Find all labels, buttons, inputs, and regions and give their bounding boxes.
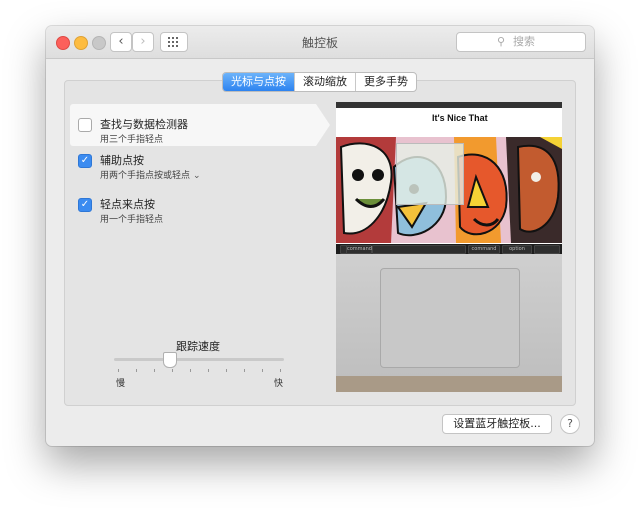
help-icon[interactable]: ? xyxy=(560,414,580,434)
tab-scroll-zoom[interactable]: 滚动缩放 xyxy=(295,73,356,91)
preview-key-option: option xyxy=(502,245,532,254)
preview-key-command-right: command xyxy=(468,245,500,254)
option-title: 查找与数据检测器 xyxy=(100,118,188,131)
slider-max-label: 快 xyxy=(274,379,284,389)
slider-tick xyxy=(208,369,209,372)
tracking-speed-title: 跟踪速度 xyxy=(176,340,220,353)
preview-key xyxy=(534,245,560,254)
tracking-speed-slider[interactable] xyxy=(114,358,284,361)
option-subtitle: 用两个手指点按或轻点 xyxy=(100,171,191,181)
slider-tick xyxy=(172,369,173,372)
preview-site-title: It's Nice That xyxy=(432,113,488,123)
tap-to-click-checkbox[interactable]: ✓ xyxy=(78,198,92,212)
preview-trackpad xyxy=(380,268,520,368)
search-icon: ⚲ xyxy=(497,35,506,48)
slider-tick xyxy=(226,369,227,372)
preview-key-command-left: command xyxy=(346,245,372,254)
preview-desk xyxy=(336,376,562,392)
tab-bar: 光标与点按 滚动缩放 更多手势 xyxy=(222,72,417,92)
search-placeholder: 搜索 xyxy=(513,35,535,48)
slider-tick xyxy=(190,369,191,372)
preview-menubar xyxy=(336,102,562,108)
option-title: 辅助点按 xyxy=(100,154,144,167)
option-title: 轻点来点按 xyxy=(100,198,155,211)
setup-bluetooth-trackpad-button[interactable]: 设置蓝牙触控板... xyxy=(442,414,552,434)
slider-tick xyxy=(136,369,137,372)
tab-point-click[interactable]: 光标与点按 xyxy=(223,73,295,91)
slider-tick xyxy=(154,369,155,372)
preview-keyboard-row: command command option xyxy=(336,244,562,254)
slider-min-label: 慢 xyxy=(116,379,126,389)
search-input[interactable]: ⚲ 搜索 xyxy=(456,32,586,52)
preview-artwork xyxy=(336,137,562,243)
option-subtitle: 用三个手指轻点 xyxy=(100,135,164,145)
slider-tick xyxy=(280,369,281,372)
preferences-window: ‹ › 触控板 ⚲ 搜索 光标与点按 滚动缩放 更多手势 查找与数据检测器 用三… xyxy=(46,26,594,446)
tracking-speed-knob[interactable] xyxy=(163,352,178,368)
option-subtitle: 用一个手指轻点 xyxy=(100,215,164,225)
chevron-down-icon: ⌄ xyxy=(193,171,201,181)
option-subtitle-dropdown[interactable]: 用两个手指点按或轻点 ⌄ xyxy=(100,168,201,181)
titlebar: ‹ › 触控板 ⚲ 搜索 xyxy=(46,26,594,59)
preview-lookup-popover xyxy=(396,143,464,205)
gesture-preview-video: It's Nice That command command option xyxy=(336,102,562,392)
secondary-click-checkbox[interactable]: ✓ xyxy=(78,154,92,168)
preview-screen: It's Nice That xyxy=(336,102,562,244)
tab-more-gestures[interactable]: 更多手势 xyxy=(356,73,416,91)
preview-key-spacebar xyxy=(372,245,466,254)
preview-laptop-body xyxy=(336,254,562,392)
slider-tick xyxy=(118,369,119,372)
slider-tick xyxy=(244,369,245,372)
lookup-checkbox[interactable] xyxy=(78,118,92,132)
slider-tick xyxy=(262,369,263,372)
